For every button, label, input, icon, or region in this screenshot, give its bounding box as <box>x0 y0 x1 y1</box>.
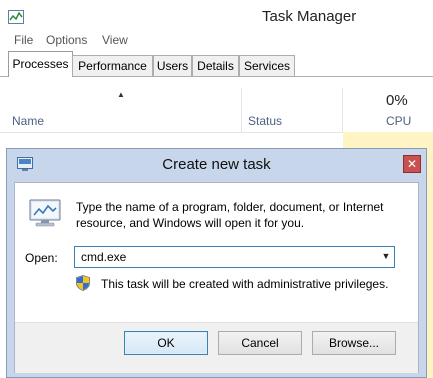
task-manager-app-icon <box>8 10 24 24</box>
admin-privileges-note: This task will be created with administr… <box>101 277 389 291</box>
column-header-area <box>0 77 433 133</box>
uac-shield-icon <box>76 275 90 291</box>
dialog-title: Create new task <box>162 156 271 173</box>
column-header-status[interactable]: Status <box>248 114 282 128</box>
cpu-total-percent: 0% <box>386 92 408 109</box>
tab-performance[interactable]: Performance <box>72 55 153 76</box>
open-input-value[interactable]: cmd.exe <box>81 250 126 264</box>
menu-file[interactable]: File <box>14 33 33 47</box>
tab-details[interactable]: Details <box>192 55 239 76</box>
cancel-button[interactable]: Cancel <box>218 331 302 355</box>
tab-services[interactable]: Services <box>239 55 295 76</box>
ok-button[interactable]: OK <box>124 331 208 355</box>
dialog-instructions: Type the name of a program, folder, docu… <box>76 200 384 230</box>
menu-options[interactable]: Options <box>46 33 87 47</box>
chevron-down-icon[interactable]: ▼ <box>380 249 392 263</box>
tab-processes[interactable]: Processes <box>8 51 73 77</box>
run-program-icon <box>29 199 61 227</box>
close-button[interactable]: ✕ <box>403 155 421 173</box>
column-divider[interactable] <box>342 88 343 132</box>
sort-ascending-icon: ▲ <box>117 90 125 99</box>
open-label: Open: <box>25 251 58 265</box>
window-title: Task Manager <box>262 8 357 25</box>
menu-view[interactable]: View <box>102 33 128 47</box>
column-divider[interactable] <box>241 88 242 132</box>
browse-button[interactable]: Browse... <box>312 331 396 355</box>
column-header-name[interactable]: Name <box>12 114 44 128</box>
task-manager-titlebar <box>0 0 433 30</box>
tab-users[interactable]: Users <box>153 55 192 76</box>
column-header-cpu[interactable]: CPU <box>386 114 411 128</box>
